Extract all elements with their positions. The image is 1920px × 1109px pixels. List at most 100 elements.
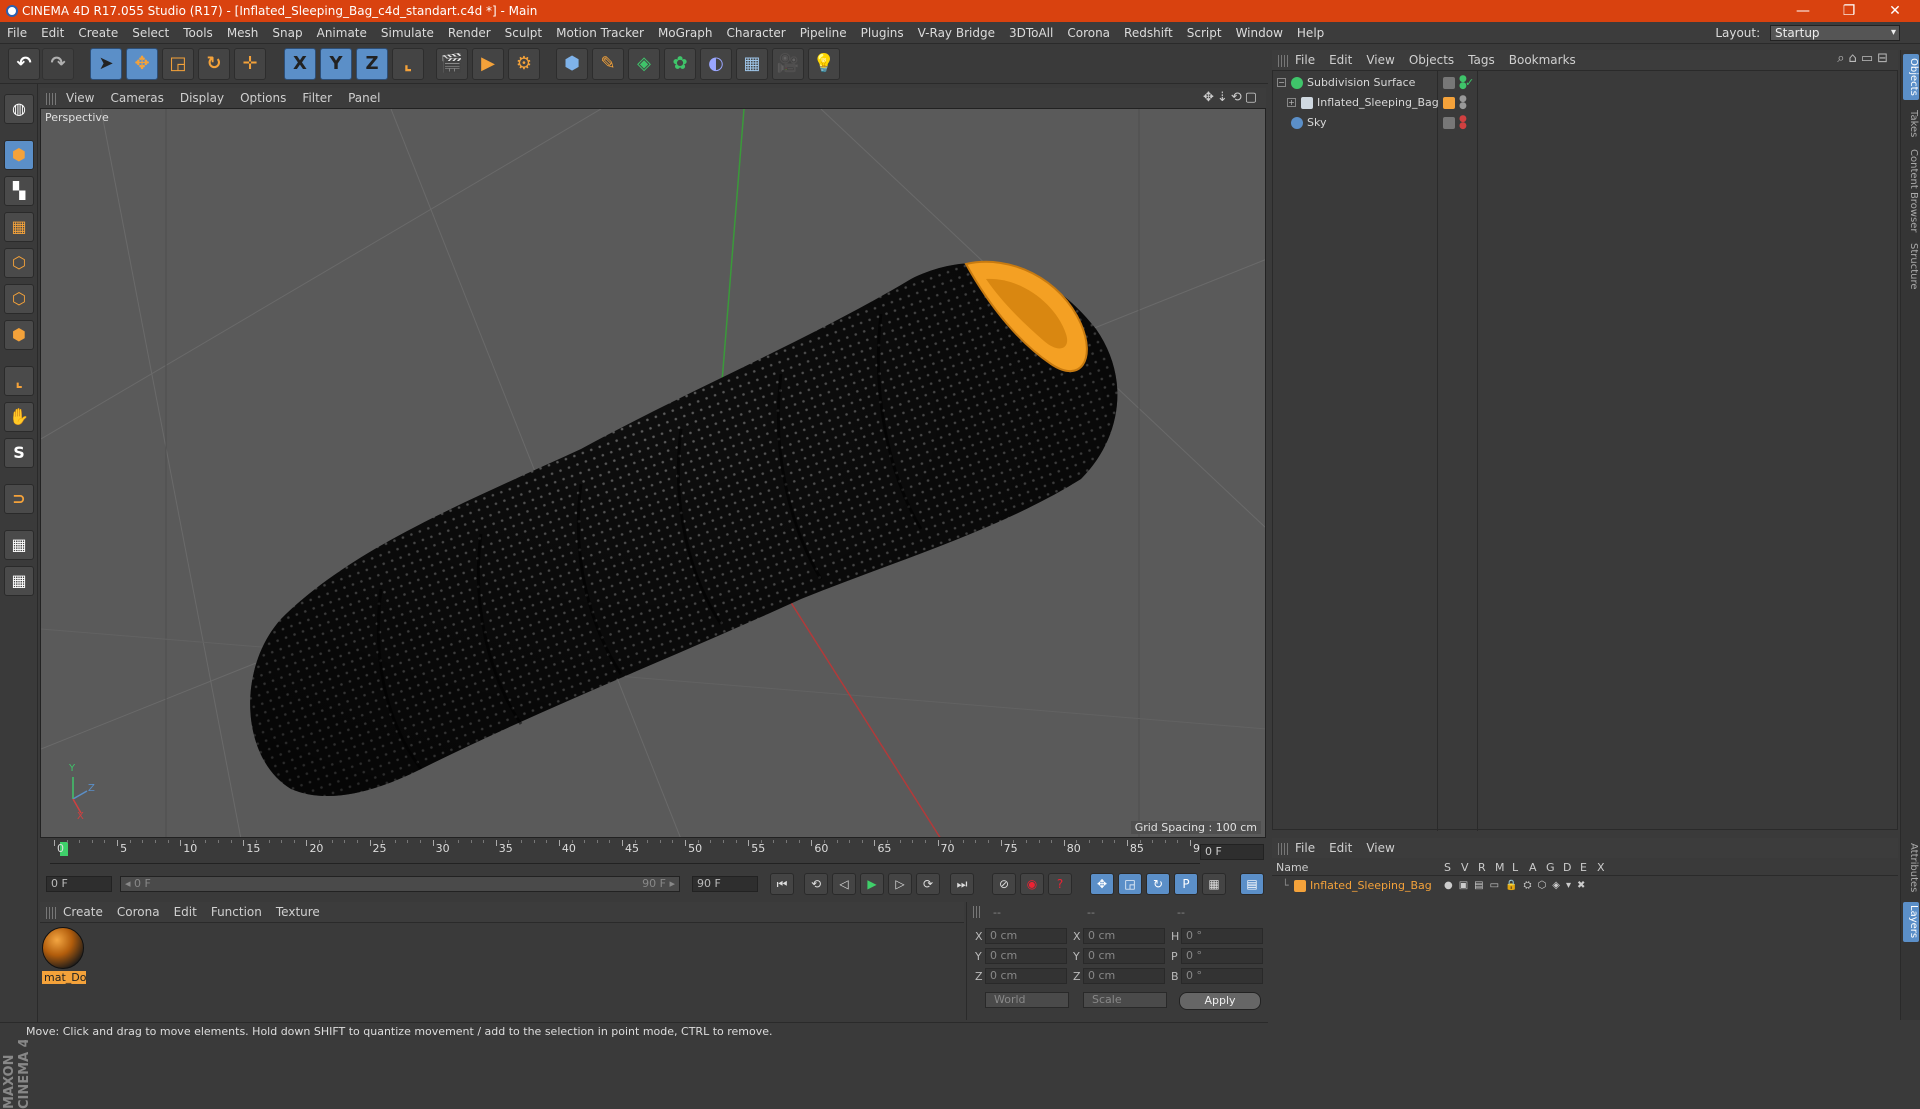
key-rotation-icon[interactable]: ↻ xyxy=(1146,873,1170,895)
y-axis-icon[interactable]: Y xyxy=(320,48,352,80)
material-menu-texture[interactable]: Texture xyxy=(269,902,327,922)
menu-corona[interactable]: Corona xyxy=(1060,22,1117,44)
perspective-viewport[interactable]: Y Z X Perspective Grid Spacing : 100 cm xyxy=(40,108,1266,838)
play-icon[interactable]: ▶ xyxy=(860,873,884,895)
coordinate-mode-dropdown[interactable]: World xyxy=(985,992,1069,1008)
menu-pipeline[interactable]: Pipeline xyxy=(793,22,854,44)
camera-icon[interactable]: 🎥 xyxy=(772,48,804,80)
keyframe-selection-icon[interactable]: ? xyxy=(1048,873,1072,895)
object-row[interactable]: Sky ● ● xyxy=(1273,113,1897,133)
light-icon[interactable]: 💡 xyxy=(808,48,840,80)
end-frame-field[interactable]: 90 F xyxy=(692,876,758,892)
viewport-menu-view[interactable]: View xyxy=(58,88,102,108)
object-menu-objects[interactable]: Objects xyxy=(1402,50,1461,70)
menu-plugins[interactable]: Plugins xyxy=(854,22,911,44)
material-menu-function[interactable]: Function xyxy=(204,902,269,922)
make-editable-icon[interactable]: ◍ xyxy=(4,94,34,124)
start-frame-field[interactable]: 0 F xyxy=(46,876,112,892)
redo-icon[interactable]: ↷ xyxy=(42,48,74,80)
spline-pen-icon[interactable]: ✎ xyxy=(592,48,624,80)
workplane-icon[interactable]: ▦ xyxy=(4,212,34,242)
tab-structure[interactable]: Structure xyxy=(1903,240,1919,292)
layer-row[interactable]: └ Inflated_Sleeping_Bag ●▣▤▭🔒⛭⬡◈▾✖ xyxy=(1272,876,1896,896)
size-z-field[interactable]: 0 cm xyxy=(1083,968,1165,984)
layer-menu-view[interactable]: View xyxy=(1359,838,1401,858)
render-picture-viewer-icon[interactable]: ▶ xyxy=(472,48,504,80)
z-axis-icon[interactable]: Z xyxy=(356,48,388,80)
move-icon[interactable]: ✥ xyxy=(126,48,158,80)
menu-window[interactable]: Window xyxy=(1229,22,1290,44)
viewport-menu-options[interactable]: Options xyxy=(232,88,294,108)
size-y-field[interactable]: 0 cm xyxy=(1083,948,1165,964)
position-z-field[interactable]: 0 cm xyxy=(985,968,1067,984)
current-frame-field[interactable]: 0 F xyxy=(1200,844,1264,860)
viewport-menu-display[interactable]: Display xyxy=(172,88,232,108)
timeline-window-icon[interactable]: ▤ xyxy=(1240,873,1264,895)
next-key-icon[interactable]: ⟳ xyxy=(916,873,940,895)
menu-vray-bridge[interactable]: V-Ray Bridge xyxy=(911,22,1002,44)
axis-mode-icon[interactable]: ⌞ xyxy=(4,366,34,396)
menu-animate[interactable]: Animate xyxy=(310,22,374,44)
menu-render[interactable]: Render xyxy=(441,22,498,44)
object-menu-tags[interactable]: Tags xyxy=(1461,50,1502,70)
deformer-icon[interactable]: ◐ xyxy=(700,48,732,80)
layer-toggle-icons[interactable]: ●▣▤▭🔒⛭⬡◈▾✖ xyxy=(1444,876,1591,896)
object-row[interactable]: + Inflated_Sleeping_Bag ● ● xyxy=(1273,93,1897,113)
tweak-mode-icon[interactable]: ✋ xyxy=(4,402,34,432)
size-mode-dropdown[interactable]: Scale xyxy=(1083,992,1167,1008)
menu-file[interactable]: File xyxy=(0,22,34,44)
material-menu-edit[interactable]: Edit xyxy=(167,902,204,922)
cube-icon[interactable]: ⬢ xyxy=(556,48,588,80)
position-y-field[interactable]: 0 cm xyxy=(985,948,1067,964)
points-mode-icon[interactable]: ⬡ xyxy=(4,248,34,278)
locked-workplane-icon[interactable]: ▦ xyxy=(4,530,34,560)
layer-tag-icon[interactable] xyxy=(1443,117,1455,129)
menu-3dtoall[interactable]: 3DToAll xyxy=(1002,22,1060,44)
material-menu-create[interactable]: Create xyxy=(56,902,110,922)
go-to-end-icon[interactable]: ⏭ xyxy=(950,873,974,895)
go-to-start-icon[interactable]: ⏮ xyxy=(770,873,794,895)
previous-frame-icon[interactable]: ◁ xyxy=(832,873,856,895)
menu-mesh[interactable]: Mesh xyxy=(220,22,266,44)
material-tag-icon[interactable] xyxy=(1443,97,1455,109)
menu-simulate[interactable]: Simulate xyxy=(374,22,441,44)
viewport-menu-cameras[interactable]: Cameras xyxy=(102,88,171,108)
menu-snap[interactable]: Snap xyxy=(265,22,309,44)
minimize-button[interactable]: — xyxy=(1780,0,1826,22)
visibility-dots-icon[interactable]: ● ● xyxy=(1459,95,1467,111)
previous-key-icon[interactable]: ⟲ xyxy=(804,873,828,895)
object-menu-edit[interactable]: Edit xyxy=(1322,50,1359,70)
enabled-check-icon[interactable]: ✓ xyxy=(1465,73,1474,93)
menu-tools[interactable]: Tools xyxy=(176,22,220,44)
viewport-nav-icons[interactable]: ✥⇣⟲▢ xyxy=(1203,90,1260,105)
viewport-menu-filter[interactable]: Filter xyxy=(294,88,340,108)
viewport-menu-panel[interactable]: Panel xyxy=(340,88,388,108)
magnet-icon[interactable]: ⊃ xyxy=(4,484,34,514)
material-swatch[interactable]: mat_Dov xyxy=(42,927,86,985)
render-view-icon[interactable]: 🎬 xyxy=(436,48,468,80)
timeline[interactable]: 051015202530354045505560657075808590 0 F xyxy=(40,840,1266,870)
menu-select[interactable]: Select xyxy=(125,22,176,44)
tab-attributes[interactable]: Attributes xyxy=(1903,840,1919,896)
autokeying-icon[interactable]: ◉ xyxy=(1020,873,1044,895)
select-icon[interactable]: ➤ xyxy=(90,48,122,80)
menu-redshift[interactable]: Redshift xyxy=(1117,22,1180,44)
restore-button[interactable]: ❐ xyxy=(1826,0,1872,22)
scale-icon[interactable]: ◲ xyxy=(162,48,194,80)
layout-dropdown[interactable]: Startup xyxy=(1770,25,1900,41)
apply-button[interactable]: Apply xyxy=(1179,992,1261,1010)
tab-content-browser[interactable]: Content Browser xyxy=(1903,148,1919,234)
layer-color-swatch[interactable] xyxy=(1294,880,1306,892)
menu-create[interactable]: Create xyxy=(71,22,125,44)
frame-range-slider[interactable]: ◂ 0 F 90 F ▸ xyxy=(120,876,680,892)
key-parameter-icon[interactable]: P xyxy=(1174,873,1198,895)
key-scale-icon[interactable]: ◲ xyxy=(1118,873,1142,895)
size-x-field[interactable]: 0 cm xyxy=(1083,928,1165,944)
visibility-dots-icon[interactable]: ● ● xyxy=(1459,115,1467,131)
tab-objects[interactable]: Objects xyxy=(1903,54,1919,100)
expand-toggle-icon[interactable]: + xyxy=(1287,98,1296,107)
object-menu-file[interactable]: File xyxy=(1288,50,1322,70)
x-axis-icon[interactable]: X xyxy=(284,48,316,80)
render-settings-icon[interactable]: ⚙ xyxy=(508,48,540,80)
menu-help[interactable]: Help xyxy=(1290,22,1331,44)
